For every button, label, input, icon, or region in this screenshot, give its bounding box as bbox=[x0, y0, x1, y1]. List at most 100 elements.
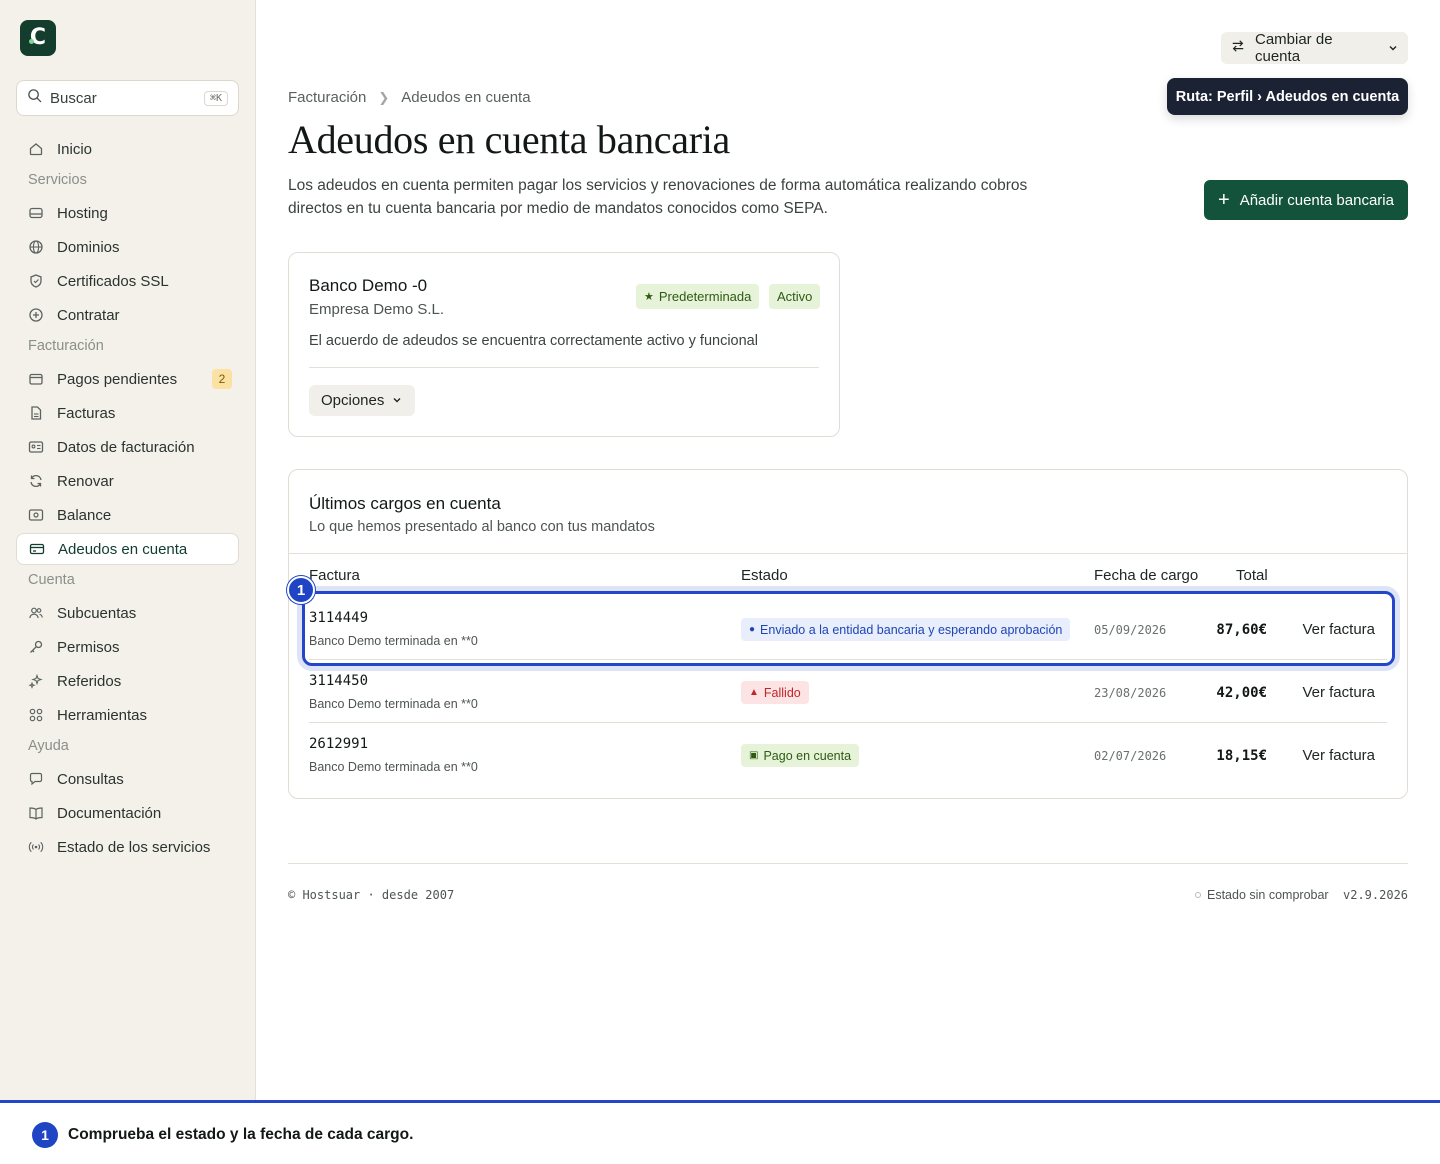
sidebar-item-herramientas[interactable]: Herramientas bbox=[16, 699, 239, 731]
chevron-down-icon bbox=[392, 392, 402, 409]
bank-account-ref: Banco Demo terminada en **0 bbox=[309, 760, 478, 774]
sidebar-item-label: Estado de los servicios bbox=[57, 838, 211, 856]
broadcast-icon bbox=[28, 839, 44, 855]
active-badge: Activo bbox=[769, 284, 821, 309]
sidebar-item-hosting[interactable]: Hosting bbox=[16, 197, 239, 229]
credit-card-icon bbox=[29, 541, 45, 557]
mandate-status-text: El acuerdo de adeudos se encuentra corre… bbox=[309, 333, 758, 349]
brand-logo[interactable]: C bbox=[20, 20, 56, 56]
chevron-down-icon bbox=[1388, 40, 1398, 57]
sidebar-item-adeudos[interactable]: Adeudos en cuenta bbox=[16, 533, 239, 565]
key-icon bbox=[28, 639, 44, 655]
sidebar-item-contratar[interactable]: Contratar bbox=[16, 299, 239, 331]
charges-title: Últimos cargos en cuenta bbox=[309, 494, 501, 513]
view-invoice-link[interactable]: Ver factura bbox=[1302, 747, 1375, 764]
server-icon bbox=[28, 205, 44, 221]
footer-divider bbox=[288, 863, 1408, 864]
sidebar-item-inicio[interactable]: Inicio bbox=[16, 133, 239, 165]
users-icon bbox=[28, 605, 44, 621]
section-cuenta: Cuenta bbox=[28, 572, 75, 588]
charge-total: 18,15€ bbox=[1216, 748, 1267, 764]
plus-icon: + bbox=[1218, 189, 1230, 211]
sidebar-item-datos-facturacion[interactable]: Datos de facturación bbox=[16, 431, 239, 463]
search-input[interactable] bbox=[50, 89, 180, 107]
status-dot-icon bbox=[1195, 892, 1201, 898]
sidebar-item-label: Inicio bbox=[57, 140, 93, 158]
refresh-icon bbox=[28, 473, 44, 489]
default-badge: ★ Predeterminada bbox=[636, 284, 760, 309]
tour-step-marker: 1 bbox=[287, 576, 315, 604]
column-header-total: Total bbox=[1236, 567, 1268, 584]
tip-step-number: 1 bbox=[32, 1122, 58, 1148]
sidebar-item-label: Balance bbox=[57, 506, 112, 524]
table-row: 2612991 Banco Demo terminada en **0 ▣ Pa… bbox=[309, 723, 1387, 786]
tour-highlight-frame bbox=[302, 591, 1395, 666]
charge-date: 02/07/2026 bbox=[1094, 749, 1167, 763]
breadcrumb: Facturación ❯ Adeudos en cuenta bbox=[288, 89, 531, 106]
sidebar-item-ssl[interactable]: Certificados SSL bbox=[16, 265, 239, 297]
sidebar-item-facturas[interactable]: Facturas bbox=[16, 397, 239, 429]
bank-company: Empresa Demo S.L. bbox=[309, 301, 445, 318]
id-card-icon bbox=[28, 439, 44, 455]
sidebar-item-label: Renovar bbox=[57, 472, 114, 490]
sidebar-item-dominios[interactable]: Dominios bbox=[16, 231, 239, 263]
table-row: 3114450 Banco Demo terminada en **0 ▲ Fa… bbox=[309, 660, 1387, 723]
section-servicios: Servicios bbox=[28, 172, 87, 188]
add-bank-account-button[interactable]: + Añadir cuenta bancaria bbox=[1204, 180, 1408, 220]
warning-icon: ▲ bbox=[749, 687, 759, 698]
swap-icon bbox=[1231, 39, 1245, 57]
default-badge-label: Predeterminada bbox=[658, 289, 752, 304]
search-box[interactable]: ⌘K bbox=[16, 80, 239, 116]
sidebar: C ⌘K Inicio Servicios Hosting Dominios C… bbox=[0, 0, 256, 1100]
add-bank-account-label: Añadir cuenta bancaria bbox=[1239, 191, 1394, 209]
sidebar-item-pagos-pendientes[interactable]: Pagos pendientes 2 bbox=[16, 363, 239, 395]
chat-icon bbox=[28, 771, 44, 787]
book-icon bbox=[28, 805, 44, 821]
sidebar-item-estado-servicios[interactable]: Estado de los servicios bbox=[16, 831, 239, 863]
options-label: Opciones bbox=[321, 392, 385, 409]
sidebar-item-label: Facturas bbox=[57, 404, 116, 422]
sidebar-item-permisos[interactable]: Permisos bbox=[16, 631, 239, 663]
footer-copyright: © Hostsuar · desde 2007 bbox=[288, 888, 455, 902]
breadcrumb-parent[interactable]: Facturación bbox=[288, 89, 366, 106]
route-tooltip: Ruta: Perfil › Adeudos en cuenta bbox=[1167, 78, 1408, 115]
sidebar-item-label: Contratar bbox=[57, 306, 120, 324]
sidebar-item-label: Referidos bbox=[57, 672, 122, 690]
bank-account-card: Banco Demo ‑0 Empresa Demo S.L. ★ Predet… bbox=[288, 252, 840, 437]
sidebar-item-balance[interactable]: Balance bbox=[16, 499, 239, 531]
sidebar-item-documentacion[interactable]: Documentación bbox=[16, 797, 239, 829]
bank-name: Banco Demo ‑0 bbox=[309, 276, 428, 295]
star-icon: ★ bbox=[644, 291, 654, 303]
sidebar-item-label: Dominios bbox=[57, 238, 120, 256]
options-button[interactable]: Opciones bbox=[309, 385, 415, 416]
switch-account-button[interactable]: Cambiar de cuenta bbox=[1221, 31, 1408, 65]
section-ayuda: Ayuda bbox=[28, 738, 69, 754]
wallet-icon bbox=[28, 371, 44, 387]
view-invoice-link[interactable]: Ver factura bbox=[1302, 684, 1375, 701]
home-icon bbox=[28, 141, 44, 157]
breadcrumb-current: Adeudos en cuenta bbox=[401, 89, 531, 106]
footer-status-label: Estado sin comprobar bbox=[1207, 888, 1329, 902]
column-header-invoice: Factura bbox=[309, 567, 360, 584]
sidebar-item-consultas[interactable]: Consultas bbox=[16, 763, 239, 795]
status-label: Pago en cuenta bbox=[763, 748, 852, 763]
footer-service-status[interactable]: Estado sin comprobar bbox=[1195, 888, 1329, 902]
sidebar-item-label: Permisos bbox=[57, 638, 120, 656]
charge-date: 23/08/2026 bbox=[1094, 686, 1167, 700]
plus-circle-icon bbox=[28, 307, 44, 323]
sidebar-item-label: Subcuentas bbox=[57, 604, 137, 622]
status-badge: ▣ Pago en cuenta bbox=[741, 744, 860, 767]
sidebar-item-label: Hosting bbox=[57, 204, 108, 222]
switch-account-label: Cambiar de cuenta bbox=[1255, 31, 1333, 65]
document-icon bbox=[28, 405, 44, 421]
search-shortcut: ⌘K bbox=[203, 90, 228, 106]
chevron-right-icon: ❯ bbox=[378, 89, 390, 105]
sidebar-item-referidos[interactable]: Referidos bbox=[16, 665, 239, 697]
sidebar-item-renovar[interactable]: Renovar bbox=[16, 465, 239, 497]
invoice-number: 2612991 bbox=[309, 736, 369, 752]
footer-version: v2.9.2026 bbox=[1343, 888, 1409, 902]
sidebar-item-label: Consultas bbox=[57, 770, 124, 788]
sidebar-item-subcuentas[interactable]: Subcuentas bbox=[16, 597, 239, 629]
divider bbox=[309, 367, 819, 368]
page-description: Los adeudos en cuenta permiten pagar los… bbox=[288, 177, 1028, 217]
